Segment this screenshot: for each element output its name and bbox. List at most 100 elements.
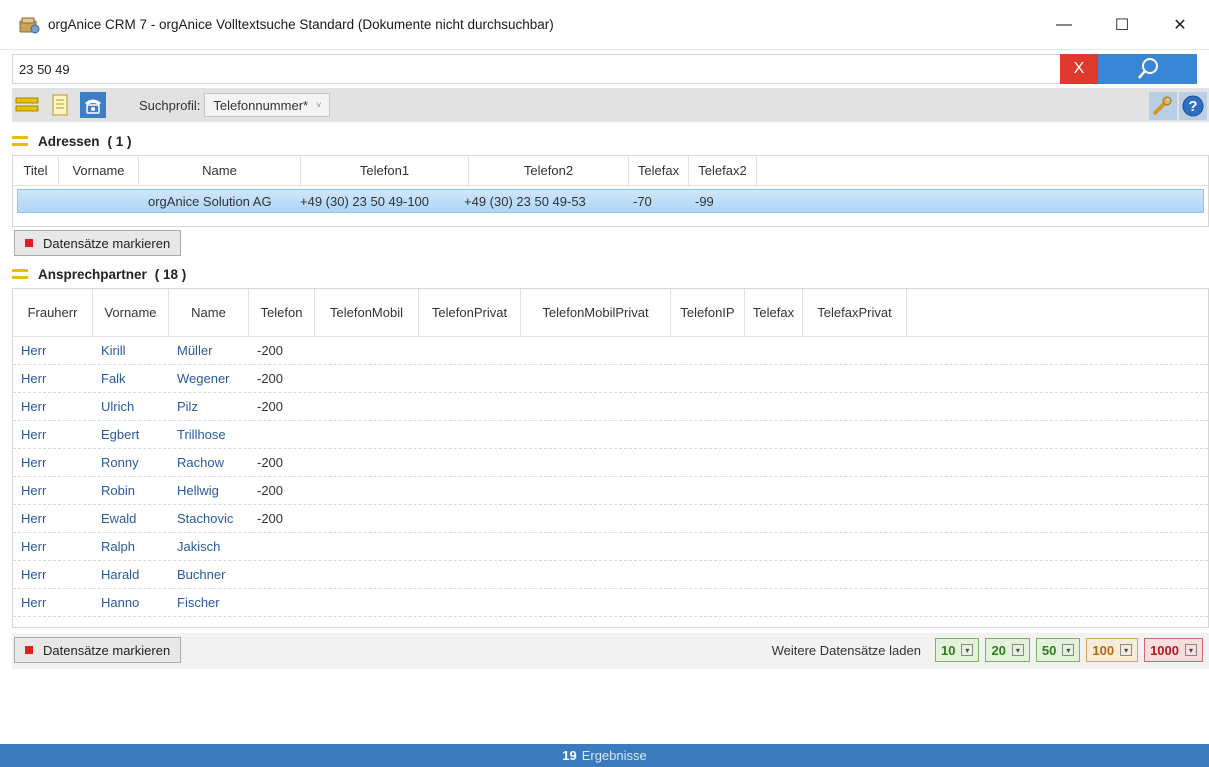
phone-view-button[interactable] bbox=[80, 92, 106, 118]
table-row[interactable]: Herr Harald Buchner bbox=[13, 561, 1208, 589]
cell-last-name: Wegener bbox=[177, 371, 230, 386]
load-more-area: Weitere Datensätze laden 10 ▾ 20 ▾ 50 ▾ … bbox=[772, 638, 1203, 662]
mark-records-button-contacts[interactable]: Datensätze markieren bbox=[14, 637, 182, 663]
table-row[interactable]: Herr Ulrich Pilz -200 bbox=[13, 393, 1208, 421]
addresses-section-header[interactable]: Adressen ( 1 ) bbox=[12, 130, 132, 152]
clear-search-button[interactable]: X bbox=[1060, 54, 1098, 84]
column-header-name[interactable]: Name bbox=[169, 288, 249, 337]
column-header-telefon1[interactable]: Telefon1 bbox=[301, 155, 469, 186]
column-header-telefax[interactable]: Telefax bbox=[629, 155, 689, 186]
load-100-button[interactable]: 100 ▾ bbox=[1086, 638, 1139, 662]
column-header-telefonip[interactable]: TelefonIP bbox=[671, 288, 745, 337]
load-10-value: 10 bbox=[940, 642, 956, 658]
stop-square-icon bbox=[25, 646, 33, 654]
address-cell-telefax: -70 bbox=[633, 193, 652, 209]
table-row[interactable]: Herr Hanno Fischer bbox=[13, 589, 1208, 617]
section-collapse-icon bbox=[12, 269, 28, 279]
cell-last-name: Hellwig bbox=[177, 483, 219, 498]
dropdown-arrow-icon: ▾ bbox=[961, 644, 974, 656]
cell-first-name: Egbert bbox=[101, 427, 140, 442]
cell-salutation: Herr bbox=[21, 427, 47, 442]
cell-first-name: Hanno bbox=[101, 595, 140, 610]
dropdown-arrow-icon: ▾ bbox=[1120, 644, 1133, 656]
dropdown-arrow-icon: ▾ bbox=[1011, 644, 1024, 656]
table-row[interactable]: Herr Robin Hellwig -200 bbox=[13, 477, 1208, 505]
cell-phone: -200 bbox=[257, 483, 284, 498]
document-view-button[interactable] bbox=[47, 92, 73, 118]
close-button[interactable]: ✕ bbox=[1151, 0, 1209, 50]
addresses-grid: Titel Vorname Name Telefon1 Telefon2 Tel… bbox=[12, 155, 1209, 227]
load-20-button[interactable]: 20 ▾ bbox=[985, 638, 1030, 662]
load-10-button[interactable]: 10 ▾ bbox=[934, 638, 980, 662]
column-header-name[interactable]: Name bbox=[139, 155, 301, 186]
address-view-button[interactable] bbox=[14, 92, 40, 118]
table-row[interactable]: Herr Falk Wegener -200 bbox=[13, 365, 1208, 393]
list-icon bbox=[15, 97, 39, 112]
table-row[interactable]: Herr Ronny Rachow -200 bbox=[13, 449, 1208, 477]
cell-salutation: Herr bbox=[21, 483, 47, 498]
minimize-button[interactable]: — bbox=[1035, 0, 1093, 50]
cell-first-name: Ralph bbox=[101, 539, 135, 554]
cell-last-name: Trillhose bbox=[177, 427, 226, 442]
contacts-count: ( 18 ) bbox=[154, 266, 187, 282]
mark-records-button-addresses[interactable]: Datensätze markieren bbox=[14, 230, 182, 256]
settings-button[interactable] bbox=[1149, 92, 1177, 120]
table-row[interactable]: Herr Egbert Trillhose bbox=[13, 421, 1208, 449]
column-header-telefonprivat[interactable]: TelefonPrivat bbox=[419, 288, 521, 337]
table-row[interactable]: Herr Ralph Jakisch bbox=[13, 533, 1208, 561]
search-icon bbox=[1137, 58, 1158, 79]
cell-last-name: Jakisch bbox=[177, 539, 221, 554]
cell-first-name: Falk bbox=[101, 371, 126, 386]
maximize-button[interactable]: ☐ bbox=[1093, 0, 1151, 50]
cell-first-name: Ulrich bbox=[101, 399, 135, 414]
cell-last-name: Stachovic bbox=[177, 511, 234, 526]
column-header-vorname[interactable]: Vorname bbox=[93, 288, 169, 337]
load-1000-value: 1000 bbox=[1150, 642, 1179, 658]
address-cell-telefon1: +49 (30) 23 50 49-100 bbox=[300, 193, 430, 209]
load-1000-button[interactable]: 1000 ▾ bbox=[1144, 638, 1203, 662]
mark-records-label: Datensätze markieren bbox=[43, 235, 171, 251]
help-icon: ? bbox=[1182, 95, 1204, 117]
column-header-telefax2[interactable]: Telefax2 bbox=[689, 155, 757, 186]
addresses-grid-header: Titel Vorname Name Telefon1 Telefon2 Tel… bbox=[13, 155, 1208, 186]
search-button[interactable] bbox=[1098, 54, 1197, 84]
cell-first-name: Harald bbox=[101, 567, 140, 582]
address-row-selected[interactable]: orgAnice Solution AG +49 (30) 23 50 49-1… bbox=[17, 189, 1204, 213]
title-bar: orgAnice CRM 7 - orgAnice Volltextsuche … bbox=[0, 0, 1209, 50]
cell-last-name: Pilz bbox=[177, 399, 198, 414]
search-bar: X bbox=[0, 52, 1209, 86]
window-title: orgAnice CRM 7 - orgAnice Volltextsuche … bbox=[48, 17, 554, 32]
table-row[interactable]: Herr Ewald Stachovic -200 bbox=[13, 505, 1208, 533]
column-header-telefon2[interactable]: Telefon2 bbox=[469, 155, 629, 186]
mark-records-label: Datensätze markieren bbox=[43, 642, 171, 658]
contacts-grid: Frauherr Vorname Name Telefon TelefonMob… bbox=[12, 288, 1209, 628]
cell-phone: -200 bbox=[257, 455, 284, 470]
column-header-telefonmobil[interactable]: TelefonMobil bbox=[315, 288, 419, 337]
cell-salutation: Herr bbox=[21, 371, 47, 386]
cell-salutation: Herr bbox=[21, 567, 47, 582]
result-count: 19 bbox=[562, 748, 577, 763]
addresses-title: Adressen bbox=[38, 133, 100, 149]
cell-salutation: Herr bbox=[21, 511, 47, 526]
cell-salutation: Herr bbox=[21, 539, 47, 554]
column-header-telefon[interactable]: Telefon bbox=[249, 288, 315, 337]
load-50-button[interactable]: 50 ▾ bbox=[1035, 638, 1081, 662]
chevron-down-icon: ˅ bbox=[316, 100, 322, 110]
help-button[interactable]: ? bbox=[1179, 92, 1207, 120]
cell-first-name: Ronny bbox=[101, 455, 139, 470]
column-header-telefonmobilprivat[interactable]: TelefonMobilPrivat bbox=[521, 288, 671, 337]
search-profile-select[interactable]: Telefonnummer* ˅ bbox=[204, 93, 331, 117]
column-header-telefax[interactable]: Telefax bbox=[745, 288, 803, 337]
stop-square-icon bbox=[25, 239, 33, 247]
cell-salutation: Herr bbox=[21, 343, 47, 358]
column-header-telefaxprivat[interactable]: TelefaxPrivat bbox=[803, 288, 907, 337]
cell-phone: -200 bbox=[257, 371, 284, 386]
table-row[interactable]: Herr Kirill Müller -200 bbox=[13, 337, 1208, 365]
cell-salutation: Herr bbox=[21, 399, 47, 414]
contacts-title: Ansprechpartner bbox=[38, 266, 147, 282]
search-input[interactable] bbox=[12, 54, 1060, 84]
column-header-vorname[interactable]: Vorname bbox=[59, 155, 139, 186]
column-header-frauherr[interactable]: Frauherr bbox=[13, 288, 93, 337]
contacts-section-header[interactable]: Ansprechpartner ( 18 ) bbox=[12, 263, 186, 285]
column-header-titel[interactable]: Titel bbox=[13, 155, 59, 186]
